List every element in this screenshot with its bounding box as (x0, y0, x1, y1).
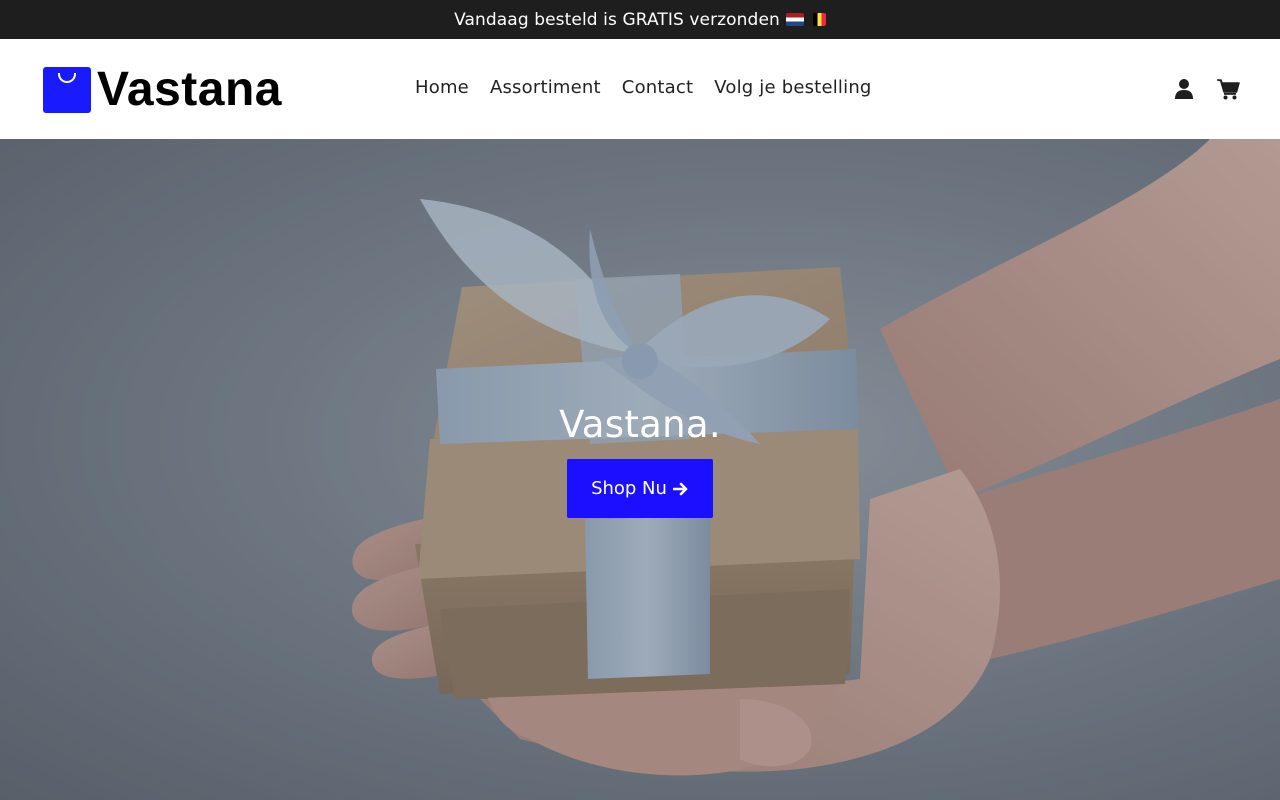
shop-now-button[interactable]: Shop Nu (567, 459, 713, 518)
logo-link[interactable]: Vastana (43, 66, 282, 114)
belgium-flag-icon (812, 13, 826, 26)
header-icons (1172, 77, 1240, 101)
cart-icon[interactable] (1216, 77, 1240, 101)
flags (785, 13, 826, 26)
main-nav: Home Assortiment Contact Volg je bestell… (415, 77, 893, 98)
hero-title: Vastana. (559, 403, 721, 446)
nav-item-contact[interactable]: Contact (622, 77, 693, 98)
announcement-text: Vandaag besteld is GRATIS verzonden (454, 9, 780, 30)
user-icon[interactable] (1172, 77, 1196, 101)
netherlands-flag-icon (785, 13, 804, 26)
arrow-right-icon (672, 481, 689, 497)
nav-item-volg-je-bestelling[interactable]: Volg je bestelling (714, 77, 871, 98)
announcement-bar: Vandaag besteld is GRATIS verzonden (0, 0, 1280, 39)
shopping-bag-icon (43, 67, 91, 113)
shop-now-label: Shop Nu (591, 478, 667, 499)
hero-section: Vastana. Shop Nu (0, 139, 1280, 800)
nav-item-assortiment[interactable]: Assortiment (490, 77, 601, 98)
nav-item-home[interactable]: Home (415, 77, 469, 98)
site-header: Vastana Home Assortiment Contact Volg je… (0, 39, 1280, 139)
brand-name: Vastana (97, 63, 282, 116)
